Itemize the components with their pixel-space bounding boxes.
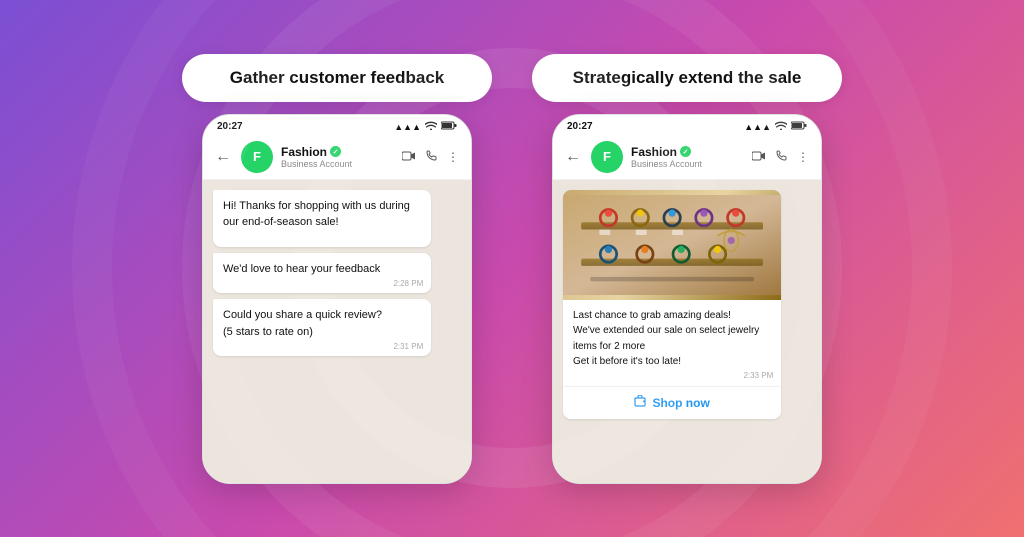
- left-more-icon[interactable]: ⋮: [447, 150, 459, 164]
- left-message-2-time: 2:28 PM: [393, 278, 423, 290]
- right-contact-info: Fashion ✓ Business Account: [631, 145, 744, 169]
- left-chat-header: ← F Fashion ✓ Business Account ⋮: [203, 135, 471, 180]
- left-contact-info: Fashion ✓ Business Account: [281, 145, 394, 169]
- right-verified-badge: ✓: [680, 146, 691, 157]
- left-status-icons: ▲▲▲: [394, 121, 457, 133]
- right-media-caption: Last chance to grab amazing deals! We've…: [563, 300, 781, 386]
- right-status-bar: 20:27 ▲▲▲: [553, 115, 821, 135]
- right-contact-sub: Business Account: [631, 159, 744, 169]
- right-time: 20:27: [567, 121, 593, 132]
- left-phone-mockup: 20:27 ▲▲▲ ← F Fashion ✓ Business Accoun: [202, 114, 472, 484]
- left-chat-body: Hi! Thanks for shopping with us during o…: [203, 180, 471, 483]
- left-battery-icon: [441, 121, 457, 133]
- left-header-icons: ⋮: [402, 150, 459, 164]
- left-message-1: Hi! Thanks for shopping with us during o…: [213, 190, 431, 247]
- right-header-icons: ⋮: [752, 150, 809, 164]
- left-avatar: F: [241, 141, 273, 173]
- left-status-bar: 20:27 ▲▲▲: [203, 115, 471, 135]
- right-wifi-icon: [775, 121, 787, 133]
- right-video-icon[interactable]: [752, 150, 766, 164]
- left-message-3: Could you share a quick review?(5 stars …: [213, 299, 431, 356]
- left-contact-name: Fashion ✓: [281, 145, 394, 159]
- right-avatar: F: [591, 141, 623, 173]
- left-contact-sub: Business Account: [281, 159, 394, 169]
- right-more-icon[interactable]: ⋮: [797, 150, 809, 164]
- shop-now-label: Shop now: [652, 396, 709, 410]
- right-chat-header: ← F Fashion ✓ Business Account ⋮: [553, 135, 821, 180]
- right-chat-body: Last chance to grab amazing deals! We've…: [553, 180, 821, 483]
- shop-now-icon: [634, 395, 647, 411]
- right-signal-icon: ▲▲▲: [744, 122, 771, 132]
- right-card-title: Strategically extend the sale: [532, 54, 842, 102]
- right-contact-name: Fashion ✓: [631, 145, 744, 159]
- right-message-time: 2:33 PM: [743, 370, 773, 382]
- left-card-container: Gather customer feedback 20:27 ▲▲▲ ← F F…: [182, 54, 492, 484]
- left-wifi-icon: [425, 121, 437, 133]
- left-time: 20:27: [217, 121, 243, 132]
- right-back-arrow-icon[interactable]: ←: [565, 148, 581, 166]
- right-status-icons: ▲▲▲: [744, 121, 807, 133]
- left-phone-icon[interactable]: [426, 150, 437, 164]
- left-verified-badge: ✓: [330, 146, 341, 157]
- right-phone-mockup: 20:27 ▲▲▲ ← F Fashion ✓ Business Accoun: [552, 114, 822, 484]
- right-media-message: Last chance to grab amazing deals! We've…: [563, 190, 781, 419]
- left-message-2: We'd love to hear your feedback 2:28 PM: [213, 253, 431, 294]
- shop-now-button[interactable]: Shop now: [563, 386, 781, 419]
- left-video-icon[interactable]: [402, 150, 416, 164]
- left-signal-icon: ▲▲▲: [394, 122, 421, 132]
- right-phone-icon[interactable]: [776, 150, 787, 164]
- right-media-image: [563, 190, 781, 300]
- left-message-3-time: 2:31 PM: [393, 341, 423, 353]
- left-card-title: Gather customer feedback: [182, 54, 492, 102]
- right-card-container: Strategically extend the sale 20:27 ▲▲▲ …: [532, 54, 842, 484]
- left-back-arrow-icon[interactable]: ←: [215, 148, 231, 166]
- right-battery-icon: [791, 121, 807, 133]
